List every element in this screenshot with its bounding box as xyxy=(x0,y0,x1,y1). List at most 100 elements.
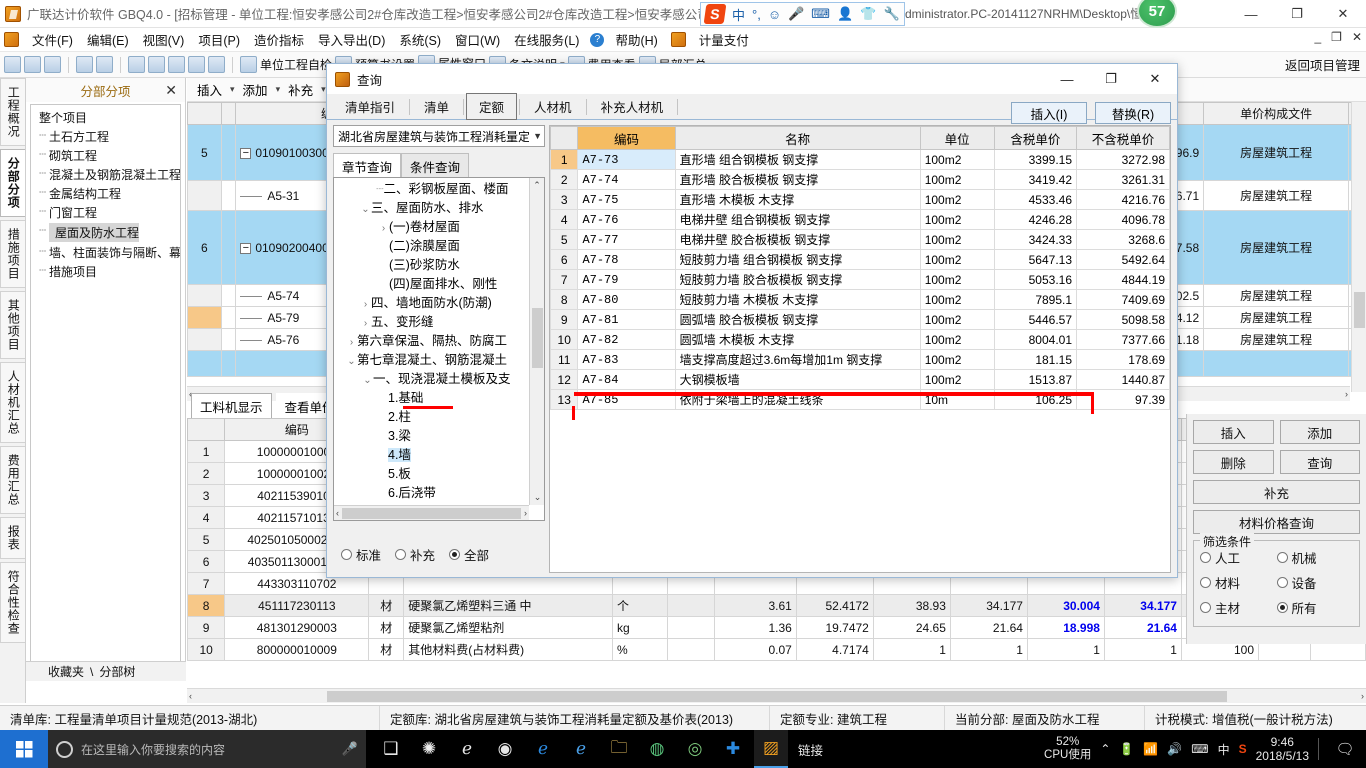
dialog-close-button[interactable]: ✕ xyxy=(1133,64,1177,94)
tab-labor-material-display[interactable]: 工料机显示 xyxy=(191,392,272,420)
filter-all[interactable]: 所有 xyxy=(1276,595,1354,620)
col-taxed-price[interactable]: 含税单价 xyxy=(993,126,1078,150)
chevron-down-icon[interactable]: ▾ xyxy=(321,84,326,95)
table-row[interactable]: 10 A7-82 圆弧墙 木模板 木支撑 100m2 8004.01 7377.… xyxy=(550,329,1170,350)
tree-item-cast-in-place-formwork[interactable]: ⌄一、现浇混凝土模板及支 xyxy=(336,370,544,389)
table-row[interactable]: 9 A7-81 圆弧墙 胶合板模板 钢支撑 100m2 5446.57 5098… xyxy=(550,309,1170,330)
start-button[interactable] xyxy=(0,730,48,768)
app-icon-plus-blue[interactable]: ✚ xyxy=(716,730,750,768)
add-button[interactable]: 添加 xyxy=(1279,420,1360,444)
app-icon-edge-outline[interactable]: ℯ xyxy=(450,730,484,768)
tree-item-chapter7-concrete[interactable]: ⌄第七章混凝土、钢筋混凝土 xyxy=(336,351,544,370)
scope-all[interactable]: 全部 xyxy=(449,542,489,567)
maximize-button[interactable]: ❐ xyxy=(1274,0,1320,28)
chevron-down-icon[interactable]: ⌄ xyxy=(362,371,373,390)
mdi-window-controls[interactable]: _ ❐ ✕ xyxy=(1314,30,1362,44)
filter-equipment[interactable]: 设备 xyxy=(1276,570,1354,595)
chapter-tree[interactable]: ┄二、彩钢板屋面、楼面 ⌄三、屋面防水、排水 › (一)卷材屋面 (二)涂膜屋面 … xyxy=(333,177,545,521)
insert-button[interactable]: 插入 xyxy=(1193,420,1274,444)
material-price-query-button[interactable]: 材料价格查询 xyxy=(1193,510,1360,534)
collapse-icon[interactable]: − xyxy=(240,147,252,159)
scroll-right-icon[interactable]: › xyxy=(1361,691,1364,701)
tree-item-wall-decoration[interactable]: 墙、柱面装饰与隔断、幕墙 xyxy=(33,243,180,262)
filter-machinery[interactable]: 机械 xyxy=(1276,545,1354,570)
tree-item-mortar-waterproof[interactable]: (三)砂浆防水 xyxy=(336,256,544,275)
scroll-thumb[interactable] xyxy=(1354,292,1365,328)
chevron-right-icon[interactable]: › xyxy=(360,295,371,314)
clock[interactable]: 9:46 2018/5/13 xyxy=(1256,735,1309,764)
dialog-maximize-button[interactable]: ❐ xyxy=(1089,64,1133,94)
volume-icon[interactable]: 🔊 xyxy=(1167,742,1182,756)
tree-item-roof-waterproof[interactable]: 屋面及防水工程 xyxy=(33,222,178,243)
division-tree[interactable]: 整个项目 土石方工程 砌筑工程 混凝土及钢筋混凝土工程 金属结构工程 门窗工程 … xyxy=(30,104,181,664)
self-check-icon[interactable] xyxy=(240,56,257,73)
scroll-left-icon[interactable]: ‹ xyxy=(336,508,339,518)
chevron-right-icon[interactable]: › xyxy=(378,219,389,238)
undo-icon[interactable] xyxy=(76,56,93,73)
tree-item-deformation-joint[interactable]: › 五、变形缝 xyxy=(336,313,544,332)
insert-action-button[interactable]: 插入(I) xyxy=(1011,102,1087,124)
sidebar-item-measure-items[interactable]: 措施项目 xyxy=(0,220,25,288)
col-name[interactable]: 名称 xyxy=(674,126,921,150)
sidebar-item-labor-material-summary[interactable]: 人材机汇总 xyxy=(0,362,25,443)
table-row[interactable]: 3 A7-75 直形墙 木模板 木支撑 100m2 4533.46 4216.7… xyxy=(550,189,1170,210)
quota-library-select[interactable]: 湖北省房屋建筑与装饰工程消耗量定 ▼ xyxy=(333,125,545,147)
keyboard-icon[interactable]: ⌨ xyxy=(1191,742,1208,756)
col-unit[interactable]: 单位 xyxy=(919,126,995,150)
table-row[interactable]: 4 A7-76 电梯井壁 组合钢模板 钢支撑 100m2 4246.28 409… xyxy=(550,209,1170,230)
ime-skin-icon[interactable]: 👕 xyxy=(860,6,876,22)
scroll-thumb[interactable] xyxy=(532,308,543,368)
insert-button[interactable]: 插入 xyxy=(193,79,226,100)
table-row[interactable]: 11 A7-83 墙支撑高度超过3.6m每增加1m 钢支撑 100m2 181.… xyxy=(550,349,1170,370)
search-input[interactable]: 在这里输入你要搜索的内容 xyxy=(81,741,334,758)
battery-icon[interactable]: 🔋 xyxy=(1119,742,1134,756)
chevron-right-icon[interactable]: › xyxy=(346,333,357,352)
table-row[interactable]: 7 A7-79 短肢剪力墙 胶合板模板 钢支撑 100m2 5053.16 48… xyxy=(550,269,1170,290)
table-row[interactable]: 1 A7-73 直形墙 组合钢模板 钢支撑 100m2 3399.15 3272… xyxy=(550,149,1170,170)
footer-tab-favorites[interactable]: 收藏夹 xyxy=(48,663,84,680)
wifi-icon[interactable]: 📶 xyxy=(1143,742,1158,756)
radio-icon[interactable] xyxy=(341,548,352,560)
menu-online-service[interactable]: 在线服务(L) xyxy=(507,28,586,51)
tab-labor-material-machine[interactable]: 人材机 xyxy=(522,94,584,119)
ime-emoji-icon[interactable]: ☺ xyxy=(768,7,781,22)
window-controls[interactable]: — ❐ ✕ xyxy=(1228,0,1366,28)
table-row[interactable]: 12 A7-84 大钢模板墙 100m2 1513.87 1440.87 xyxy=(550,369,1170,390)
tree-horizontal-scrollbar[interactable]: ‹ › xyxy=(334,505,529,520)
ime-chinese-mode-icon[interactable]: 中 xyxy=(732,5,745,24)
radio-icon[interactable] xyxy=(1200,602,1211,613)
save-icon[interactable] xyxy=(44,56,61,73)
ime-settings-icon[interactable]: 🔧 xyxy=(883,6,899,22)
app-icon-fan[interactable]: ✺ xyxy=(412,730,446,768)
lower-grid-horizontal-scrollbar[interactable]: ‹ › xyxy=(187,688,1366,703)
tree-item-slab[interactable]: 5.板 xyxy=(336,465,544,484)
open-file-icon[interactable] xyxy=(24,56,41,73)
tab-bill-guide[interactable]: 清单指引 xyxy=(333,94,407,119)
tree-item-roof-drainage-rigid[interactable]: (四)屋面排水、刚性 xyxy=(336,275,544,294)
new-file-icon[interactable] xyxy=(4,56,21,73)
taskbar-link-label[interactable]: 链接 xyxy=(792,730,829,768)
sogou-tray-icon[interactable]: S xyxy=(1239,742,1247,756)
add-button[interactable]: 添加 xyxy=(239,79,272,100)
show-hidden-icons-chevron-up-icon[interactable]: ⌃ xyxy=(1100,742,1110,756)
menu-view[interactable]: 视图(V) xyxy=(136,28,192,51)
quota-result-grid[interactable]: 编码 名称 单位 含税单价 不含税单价 1 A7-73 直形墙 组合钢模板 钢支… xyxy=(549,125,1171,573)
scroll-thumb[interactable] xyxy=(326,690,1227,702)
footer-tab-division-tree[interactable]: 分部树 xyxy=(99,663,135,680)
radio-icon[interactable] xyxy=(1276,577,1288,588)
help-icon[interactable]: ? xyxy=(590,32,605,47)
radio-icon[interactable] xyxy=(395,548,407,560)
tree-item-chapter6-insulation[interactable]: › 第六章保温、隔热、防腐工 xyxy=(336,332,544,351)
chevron-down-icon[interactable]: ⌄ xyxy=(346,352,357,371)
app-icon-ie[interactable]: ℯ xyxy=(564,730,598,768)
col-untaxed-price[interactable]: 不含税单价 xyxy=(1076,126,1170,150)
menu-edit[interactable]: 编辑(E) xyxy=(80,28,136,51)
return-project-management-link[interactable]: 返回项目管理 xyxy=(1285,55,1360,74)
radio-icon[interactable] xyxy=(1276,552,1288,563)
query-button[interactable]: 查询 xyxy=(1279,450,1360,474)
menu-measure-pay[interactable]: 计量支付 xyxy=(692,28,756,51)
task-view-icon[interactable]: ❑ xyxy=(374,730,408,768)
tree-root[interactable]: 整个项目 xyxy=(33,108,178,127)
app-icon-folder[interactable]: 🗀 xyxy=(602,730,636,768)
paste-icon[interactable] xyxy=(168,56,185,73)
